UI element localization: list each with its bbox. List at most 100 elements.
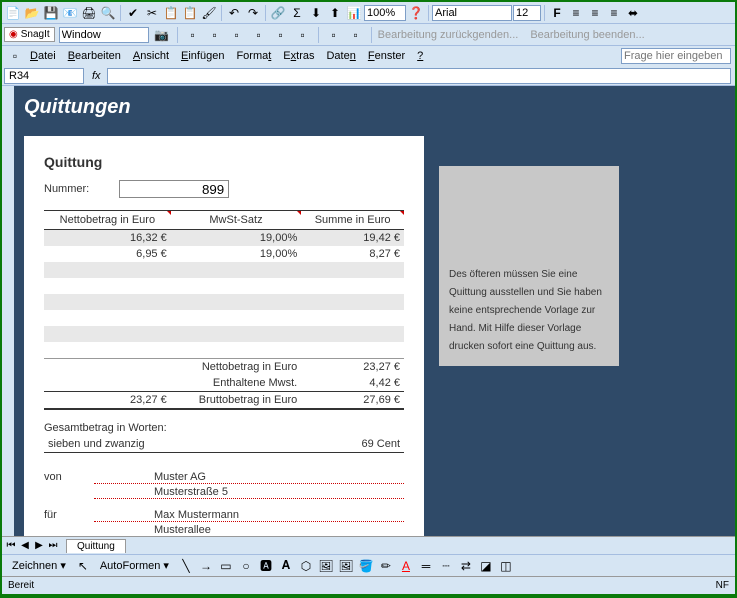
von-line1[interactable]: Muster AG <box>94 471 404 484</box>
align-center-icon[interactable]: ≡ <box>586 4 604 22</box>
menu-extras[interactable]: Extras <box>277 48 320 64</box>
tb-misc-2-icon[interactable]: ▫ <box>206 26 224 44</box>
name-box[interactable]: R34 <box>4 68 84 84</box>
sheet-tabs-bar: ⏮ ◀ ▶ ⏭ Quittung <box>2 536 735 554</box>
line-style-icon[interactable]: ═ <box>417 557 435 575</box>
chart-icon[interactable]: 📊 <box>345 4 363 22</box>
row-headers <box>2 86 14 536</box>
von-label: von <box>44 471 94 484</box>
paste-icon[interactable]: 📋 <box>181 4 199 22</box>
menu-einfuegen[interactable]: Einfügen <box>175 48 230 64</box>
tb-misc-6-icon[interactable]: ▫ <box>294 26 312 44</box>
fuer-line1[interactable]: Max Mustermann <box>94 509 404 522</box>
tab-first-icon[interactable]: ⏮ <box>4 540 18 551</box>
status-bar: Bereit NF <box>2 576 735 594</box>
font-family-input[interactable] <box>432 5 512 21</box>
tab-next-icon[interactable]: ▶ <box>32 540 46 551</box>
toolbar-standard: 📄 📂 💾 📧 🖨 🔍 ✔ ✂ 📋 📋 🖌 ↶ ↷ 🔗 Σ ⬇ ⬆ 📊 ❓ F … <box>2 2 735 24</box>
snagit-mode[interactable] <box>59 27 149 43</box>
sheet-tab-quittung[interactable]: Quittung <box>66 539 126 553</box>
shadow-icon[interactable]: ◪ <box>477 557 495 575</box>
sort-asc-icon[interactable]: ⬇ <box>307 4 325 22</box>
diagram-icon[interactable]: ⬡ <box>297 557 315 575</box>
fill-color-icon[interactable]: 🪣 <box>357 557 375 575</box>
status-ready: Bereit <box>8 580 34 591</box>
textbox-icon[interactable]: 🅰 <box>257 557 275 575</box>
rect-icon[interactable]: ▭ <box>217 557 235 575</box>
von-line2[interactable]: Musterstraße 5 <box>94 486 404 499</box>
total-val: 27,69 € <box>301 391 404 409</box>
snagit-brand[interactable]: ◉SnagIt <box>4 27 55 42</box>
format-painter-icon[interactable]: 🖌 <box>200 4 218 22</box>
menu-help[interactable]: ? <box>411 48 429 64</box>
align-right-icon[interactable]: ≡ <box>605 4 623 22</box>
tb-misc-8-icon[interactable]: ▫ <box>347 26 365 44</box>
arrow-style-icon[interactable]: ⇄ <box>457 557 475 575</box>
undo-icon[interactable]: ↶ <box>225 4 243 22</box>
words-label: Gesamtbetrag in Worten: <box>44 422 404 434</box>
sum-icon[interactable]: Σ <box>288 4 306 22</box>
side-description: Des öfteren müssen Sie eine Quittung aus… <box>439 166 619 366</box>
wordart-icon[interactable]: 𝐀 <box>277 557 295 575</box>
merge-icon[interactable]: ⬌ <box>624 4 642 22</box>
number-input[interactable] <box>119 180 229 198</box>
spell-icon[interactable]: ✔ <box>124 4 142 22</box>
draw-menu[interactable]: Zeichnen ▾ <box>6 557 72 574</box>
print-icon[interactable]: 🖨 <box>80 4 98 22</box>
snagit-capture-icon[interactable]: 📷 <box>153 26 171 44</box>
receipt-table: Nettobetrag in Euro MwSt-Satz Summe in E… <box>44 210 404 410</box>
tb-misc-3-icon[interactable]: ▫ <box>228 26 246 44</box>
preview-icon[interactable]: 🔍 <box>99 4 117 22</box>
menu-format[interactable]: Format <box>230 48 277 64</box>
bold-icon[interactable]: F <box>548 4 566 22</box>
menu-ansicht[interactable]: Ansicht <box>127 48 175 64</box>
help-search[interactable] <box>621 48 731 64</box>
cell[interactable]: 16,32 € <box>44 230 171 247</box>
formula-input[interactable] <box>107 68 731 84</box>
tab-prev-icon[interactable]: ◀ <box>18 540 32 551</box>
sort-desc-icon[interactable]: ⬆ <box>326 4 344 22</box>
oval-icon[interactable]: ○ <box>237 557 255 575</box>
menu-fenster[interactable]: Fenster <box>362 48 411 64</box>
zoom-input[interactable] <box>364 5 406 21</box>
cell[interactable]: 19,00% <box>171 230 302 247</box>
cell[interactable]: 6,95 € <box>44 246 171 262</box>
line-icon[interactable]: ╲ <box>177 557 195 575</box>
redo-icon[interactable]: ↷ <box>244 4 262 22</box>
link-icon[interactable]: 🔗 <box>269 4 287 22</box>
menu-daten[interactable]: Daten <box>320 48 361 64</box>
cell[interactable]: 19,42 € <box>301 230 404 247</box>
fuer-line2[interactable]: Musterallee <box>94 524 404 537</box>
3d-icon[interactable]: ◫ <box>497 557 515 575</box>
select-icon[interactable]: ↖ <box>74 557 92 575</box>
line-color-icon[interactable]: ✏ <box>377 557 395 575</box>
new-icon[interactable]: 📄 <box>4 4 22 22</box>
save-icon[interactable]: 💾 <box>42 4 60 22</box>
excel-window: 📄 📂 💾 📧 🖨 🔍 ✔ ✂ 📋 📋 🖌 ↶ ↷ 🔗 Σ ⬇ ⬆ 📊 ❓ F … <box>2 2 735 594</box>
picture-icon[interactable]: 🖼 <box>337 557 355 575</box>
tb-misc-5-icon[interactable]: ▫ <box>272 26 290 44</box>
tb-misc-7-icon[interactable]: ▫ <box>325 26 343 44</box>
menu-bearbeiten[interactable]: Bearbeiten <box>62 48 127 64</box>
tb-misc-4-icon[interactable]: ▫ <box>250 26 268 44</box>
autoshapes-menu[interactable]: AutoFormen ▾ <box>94 557 175 574</box>
open-icon[interactable]: 📂 <box>23 4 41 22</box>
cell[interactable]: 8,27 € <box>301 246 404 262</box>
help-icon[interactable]: ❓ <box>407 4 425 22</box>
clipart-icon[interactable]: 🖼 <box>317 557 335 575</box>
copy-icon[interactable]: 📋 <box>162 4 180 22</box>
font-size-input[interactable] <box>513 5 541 21</box>
dash-style-icon[interactable]: ┈ <box>437 557 455 575</box>
fx-label[interactable]: fx <box>86 70 107 82</box>
align-left-icon[interactable]: ≡ <box>567 4 585 22</box>
arrow-icon[interactable]: → <box>197 557 215 575</box>
font-color-icon[interactable]: A <box>397 557 415 575</box>
tab-last-icon[interactable]: ⏭ <box>46 540 60 551</box>
cell[interactable]: 19,00% <box>171 246 302 262</box>
edit-end-disabled: Bearbeitung beenden... <box>530 29 644 41</box>
cut-icon[interactable]: ✂ <box>143 4 161 22</box>
mail-icon[interactable]: 📧 <box>61 4 79 22</box>
tb-misc-1-icon[interactable]: ▫ <box>184 26 202 44</box>
menu-datei[interactable]: Datei <box>24 48 62 64</box>
app-icon[interactable]: ▫ <box>6 47 24 65</box>
